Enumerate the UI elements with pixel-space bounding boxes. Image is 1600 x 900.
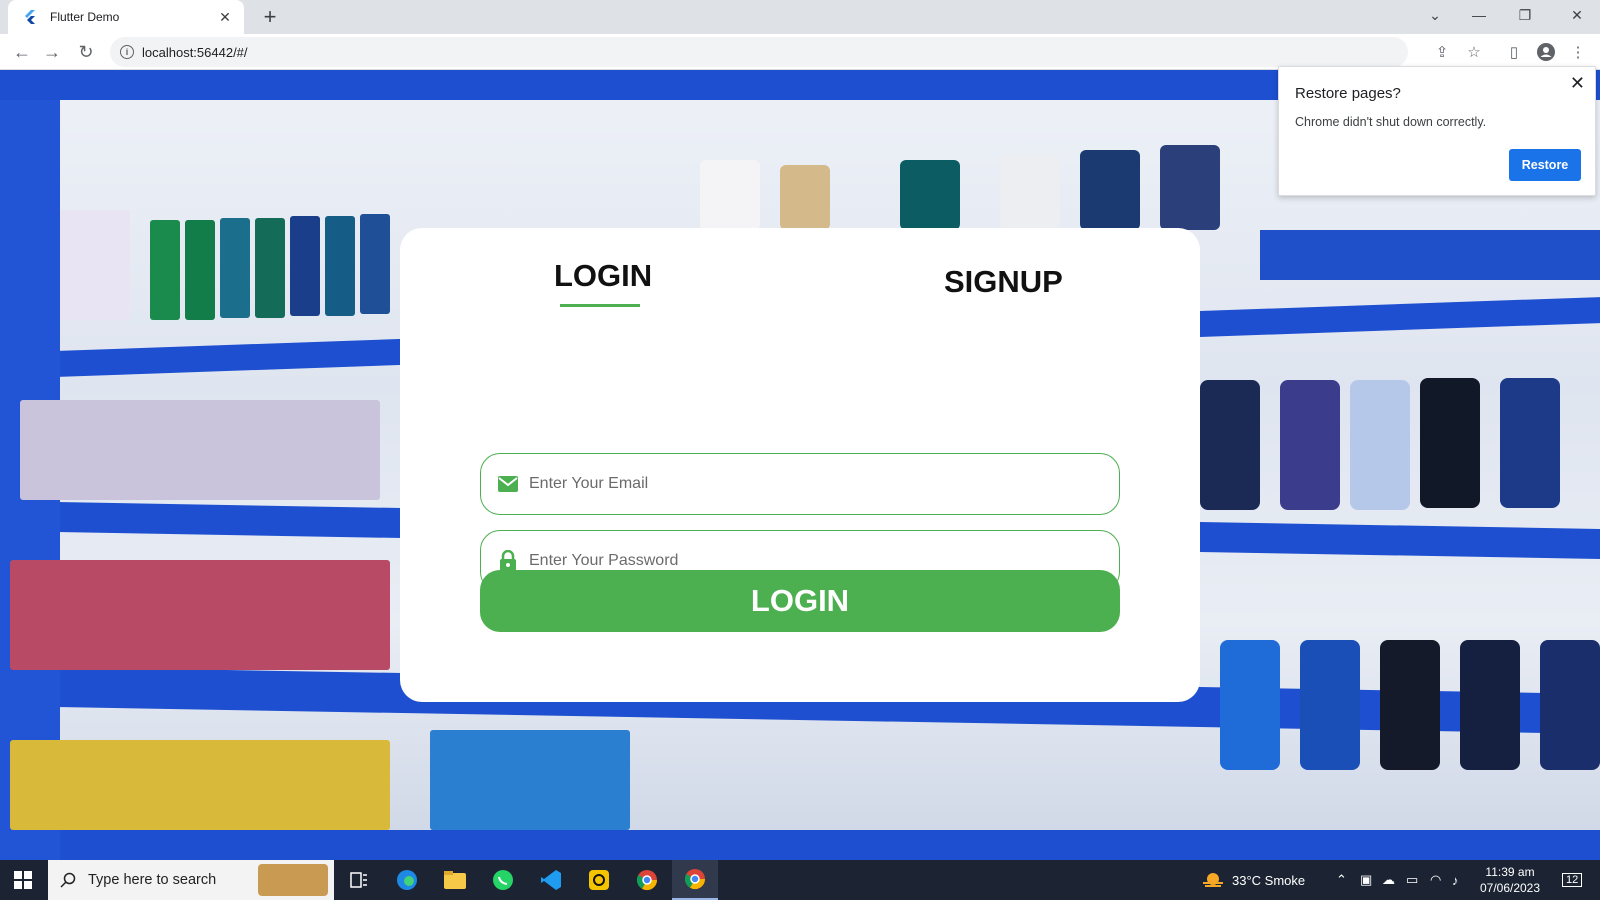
popup-message: Chrome didn't shut down correctly.	[1295, 115, 1487, 129]
file-explorer-icon[interactable]	[432, 860, 478, 900]
email-field[interactable]	[480, 453, 1120, 515]
meet-now-icon[interactable]: ▣	[1360, 860, 1372, 900]
show-hidden-icons[interactable]: ⌃	[1336, 860, 1347, 900]
mail-icon	[497, 473, 519, 495]
address-bar[interactable]: i localhost:56442/#/	[110, 37, 1408, 67]
active-tab-indicator	[560, 304, 640, 307]
taskbar-search-text: Type here to search	[88, 872, 217, 888]
whatsapp-icon[interactable]	[480, 860, 526, 900]
chrome-icon[interactable]	[672, 860, 718, 900]
login-card: LOGIN SIGNUP LOGIN	[400, 228, 1200, 702]
weather-text: 33°C Smoke	[1232, 872, 1306, 888]
email-input[interactable]	[529, 454, 1119, 514]
minimize-button[interactable]: —	[1456, 0, 1502, 30]
new-tab-button[interactable]: +	[256, 4, 284, 32]
close-tab-icon[interactable]: ✕	[216, 9, 234, 26]
share-icon[interactable]: ⇪	[1430, 40, 1454, 64]
wifi-icon[interactable]: ◠	[1430, 860, 1441, 900]
profile-icon[interactable]	[1534, 40, 1558, 64]
postman-icon[interactable]	[576, 860, 622, 900]
notification-count: 12	[1562, 873, 1583, 887]
side-panel-icon[interactable]: ▯	[1502, 40, 1526, 64]
back-button[interactable]: ←	[8, 38, 36, 66]
tab-login[interactable]: LOGIN	[554, 258, 652, 294]
volume-icon[interactable]: ♪	[1452, 860, 1459, 900]
weather-widget[interactable]: 33°C Smoke	[1202, 860, 1305, 900]
clock-time: 11:39 am	[1485, 865, 1535, 879]
search-icon	[60, 872, 76, 888]
clock-date: 07/06/2023	[1479, 881, 1541, 895]
tab-title: Flutter Demo	[50, 10, 120, 24]
reload-button[interactable]: ↻	[72, 38, 100, 66]
tab-strip: Flutter Demo ✕ + ⌄ — ❐ ✕	[0, 0, 1600, 34]
flutter-icon	[25, 10, 35, 24]
browser-tab[interactable]: Flutter Demo ✕	[8, 0, 244, 34]
close-popup-icon[interactable]: ✕	[1570, 73, 1585, 94]
lock-icon	[497, 550, 519, 572]
forward-button[interactable]: →	[38, 38, 66, 66]
windows-start-icon[interactable]	[0, 860, 46, 900]
notification-center-icon[interactable]: 12	[1562, 860, 1583, 900]
onedrive-icon[interactable]: ☁	[1382, 860, 1395, 900]
windows-taskbar: Type here to search 33°C Smoke ⌃ ▣ ☁ ▭ ◠…	[0, 860, 1600, 900]
login-button[interactable]: LOGIN	[480, 570, 1120, 632]
tab-search-icon[interactable]: ⌄	[1412, 0, 1458, 30]
chrome-profile-icon[interactable]	[624, 860, 670, 900]
search-highlight-image	[258, 864, 328, 896]
task-view-icon[interactable]	[336, 860, 382, 900]
popup-title: Restore pages?	[1295, 85, 1401, 102]
restore-window-button[interactable]: ❐	[1502, 0, 1548, 30]
taskbar-search-box[interactable]: Type here to search	[48, 860, 334, 900]
restore-button[interactable]: Restore	[1509, 149, 1581, 181]
tab-signup[interactable]: SIGNUP	[944, 264, 1063, 300]
site-info-icon[interactable]: i	[120, 45, 134, 59]
battery-icon[interactable]: ▭	[1406, 860, 1418, 900]
menu-icon[interactable]: ⋮	[1566, 40, 1590, 64]
bookmark-star-icon[interactable]: ☆	[1462, 40, 1486, 64]
weather-haze-icon	[1203, 873, 1223, 887]
close-window-button[interactable]: ✕	[1554, 0, 1600, 30]
restore-pages-popup: Restore pages? Chrome didn't shut down c…	[1278, 66, 1596, 196]
browser-toolbar: ← → ↻ i localhost:56442/#/ ⇪ ☆ ▯ ⋮	[0, 34, 1600, 70]
vscode-icon[interactable]	[528, 860, 574, 900]
system-clock[interactable]: 11:39 am 07/06/2023	[1470, 864, 1550, 896]
edge-icon[interactable]	[384, 860, 430, 900]
url-text: localhost:56442/#/	[142, 44, 248, 60]
